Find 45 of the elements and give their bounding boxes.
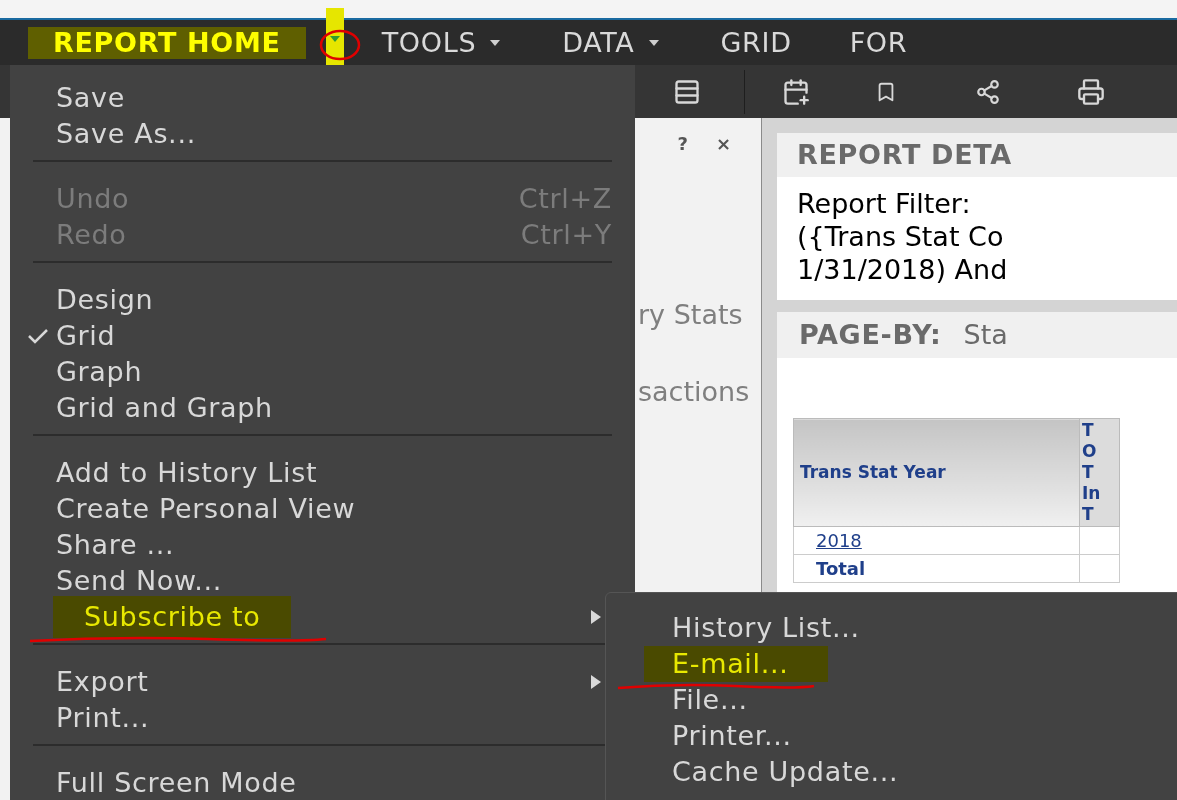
menu-item[interactable]: Save As... [56, 116, 196, 152]
menu-item[interactable]: Print... [56, 700, 150, 736]
menu-item[interactable]: Printer... [672, 718, 792, 754]
menu-item[interactable]: Export [56, 664, 149, 700]
menu-item[interactable]: History List... [672, 610, 860, 646]
share-icon[interactable] [975, 78, 1001, 105]
submenu-arrow-icon [590, 674, 602, 690]
calendar-icon[interactable] [782, 77, 810, 106]
column-header: Trans Stat Year [793, 418, 1080, 527]
menu-item[interactable]: File... [672, 682, 748, 718]
menu-item[interactable]: Create Personal View [56, 491, 356, 527]
shortcut-text: Ctrl+Z [518, 181, 612, 216]
help-button[interactable]: ? [677, 130, 688, 157]
menu-tab[interactable]: DATA [562, 26, 635, 59]
page-by-label: PAGE-BY: [799, 317, 942, 352]
shortcut-text: Ctrl+Y [520, 217, 612, 252]
menu-tab[interactable]: FOR [849, 26, 908, 59]
menu-item[interactable]: Send Now... [56, 563, 223, 599]
menu-item[interactable]: Add to History List [56, 455, 318, 491]
menu-item[interactable]: Full Screen Mode [56, 765, 297, 800]
menu-item[interactable]: Cache Update... [672, 754, 899, 790]
panel-item[interactable]: ry Stats [638, 295, 743, 336]
menu-item[interactable]: Save [56, 80, 125, 116]
menu-tab[interactable]: REPORT HOME [28, 26, 306, 59]
card-title: REPORT DETA [777, 133, 1177, 177]
menu-item[interactable]: Share ... [56, 527, 175, 563]
menu-item[interactable]: Grid [56, 318, 116, 354]
filter-text: ({Trans Stat Co [797, 220, 1005, 253]
menu-item[interactable]: Grid and Graph [56, 390, 273, 426]
circle-mark [317, 28, 362, 62]
column-header: T O T In T [1079, 418, 1120, 527]
filter-text: Report Filter: [797, 187, 972, 220]
close-button[interactable]: × [715, 130, 731, 157]
menu-tab[interactable]: TOOLS [381, 26, 477, 59]
menu-tab[interactable]: GRID [720, 26, 792, 59]
page-by-value[interactable]: Sta [963, 314, 1008, 356]
menu-item[interactable]: Graph [56, 354, 143, 390]
checkmark-icon [27, 328, 49, 344]
row-label: Total [816, 558, 866, 579]
panel-item[interactable]: sactions [638, 371, 750, 412]
row-link[interactable]: 2018 [816, 530, 862, 551]
printer-icon[interactable] [1077, 77, 1105, 106]
submenu-arrow-icon [590, 609, 602, 625]
filter-text: 1/31/2018) And [797, 253, 1009, 286]
menu-item[interactable]: Design [56, 282, 154, 318]
